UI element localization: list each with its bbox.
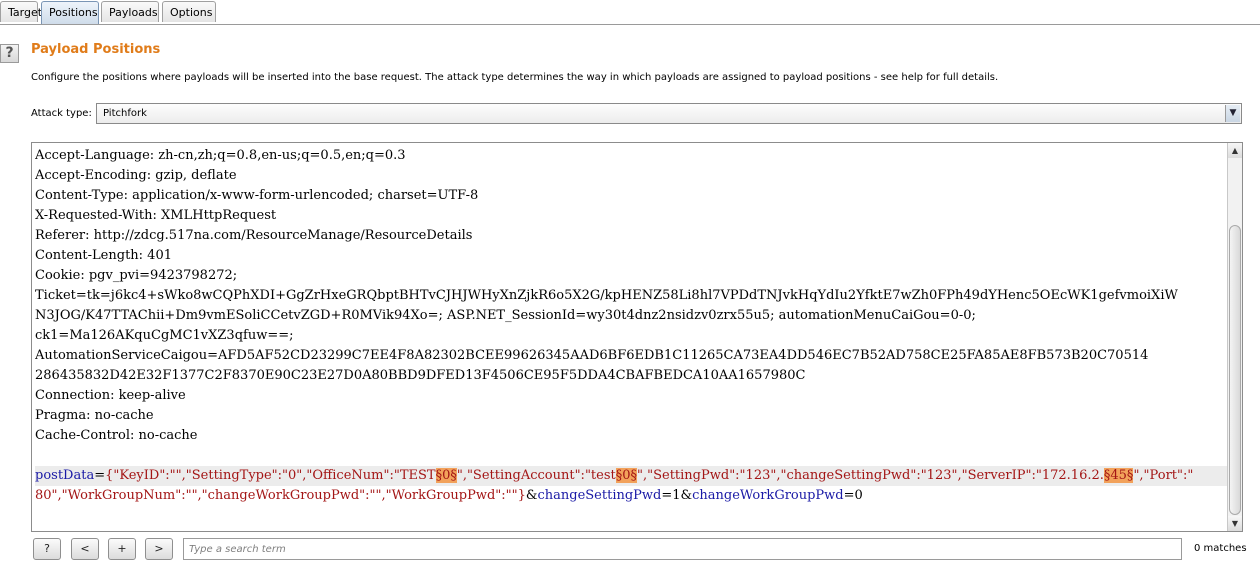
request-line: Pragma: no-cache [35, 408, 154, 423]
request-line: N3JOG/K47TTAChii+Dm9vmESoliCCetvZGD+R0MV… [35, 308, 976, 323]
help-icon[interactable]: ? [0, 44, 19, 63]
request-body-line: 80","WorkGroupNum":"","changeWorkGroupPw… [35, 486, 1227, 506]
scrollbar-thumb[interactable] [1229, 225, 1241, 515]
search-previous-button[interactable]: < [71, 538, 99, 560]
request-line: Connection: keep-alive [35, 388, 186, 403]
tab-target[interactable]: Target [0, 1, 42, 22]
request-line: AutomationServiceCaigou=AFD5AF52CD23299C… [35, 348, 1149, 363]
search-help-button[interactable]: ? [33, 538, 61, 560]
body-segment: changeSettingPwd [537, 488, 662, 503]
payload-position-marker: §0§ [615, 468, 638, 483]
payload-position-marker: §45§ [1103, 468, 1134, 483]
body-segment: 80","WorkGroupNum":"","changeWorkGroupPw… [35, 488, 526, 503]
search-input[interactable] [183, 538, 1182, 560]
search-next-button[interactable]: > [145, 538, 173, 560]
request-line: Cookie: pgv_pvi=9423798272; [35, 268, 238, 283]
body-segment: changeWorkGroupPwd [692, 488, 844, 503]
request-line: Accept-Encoding: gzip, deflate [35, 168, 237, 183]
attack-type-select[interactable]: Pitchfork ▼ [96, 103, 1242, 124]
body-segment: =0 [843, 488, 863, 503]
body-segment: {"KeyID":"","SettingType":"0","OfficeNum… [105, 468, 436, 483]
attack-type-value: Pitchfork [103, 108, 147, 119]
request-line: 286435832D42E32F1377C2F8370E90C23E27D0A8… [35, 368, 806, 383]
chevron-down-icon[interactable]: ▼ [1225, 105, 1240, 122]
request-text[interactable]: Accept-Language: zh-cn,zh;q=0.8,en-us;q=… [35, 146, 1227, 506]
tab-bar: Target Positions Payloads Options [0, 0, 1260, 25]
request-line: Content-Type: application/x-www-form-url… [35, 188, 479, 203]
payload-position-marker: §0§ [435, 468, 457, 483]
request-line: Ticket=tk=j6kc4+sWko8wCQPhXDI+GgZrHxeGRQ… [35, 288, 1178, 303]
section-description: Configure the positions where payloads w… [31, 72, 999, 83]
request-line: ck1=Ma126AKquCgMC1vXZ3qfuw==; [35, 328, 294, 343]
body-segment: ","SettingAccount":"test [456, 468, 616, 483]
attack-type-label: Attack type: [31, 108, 92, 119]
request-line: X-Requested-With: XMLHttpRequest [35, 208, 277, 223]
body-segment: =1& [661, 488, 693, 503]
page-title: Payload Positions [31, 42, 161, 57]
body-segment: ","SettingPwd":"123","changeSettingPwd":… [637, 468, 1104, 483]
request-body-line: postData={"KeyID":"","SettingType":"0","… [35, 466, 1227, 486]
tab-options[interactable]: Options [162, 1, 216, 22]
request-editor[interactable]: Accept-Language: zh-cn,zh;q=0.8,en-us;q=… [31, 142, 1243, 532]
scroll-up-icon[interactable]: ▲ [1228, 143, 1242, 158]
body-segment: = [94, 468, 106, 483]
match-count: 0 matches [1194, 543, 1247, 554]
tab-positions[interactable]: Positions [41, 1, 99, 24]
request-line [35, 446, 1227, 466]
body-segment: postData [35, 468, 95, 483]
search-add-button[interactable]: + [108, 538, 136, 560]
request-line: Accept-Language: zh-cn,zh;q=0.8,en-us;q=… [35, 148, 406, 163]
tab-payloads[interactable]: Payloads [101, 1, 159, 22]
request-line: Cache-Control: no-cache [35, 428, 198, 443]
request-line: Referer: http://zdcg.517na.com/ResourceM… [35, 228, 473, 243]
body-segment: ","Port":" [1133, 468, 1194, 483]
body-segment: & [525, 488, 538, 503]
scroll-down-icon[interactable]: ▼ [1228, 516, 1242, 531]
editor-scrollbar[interactable]: ▲ ▼ [1227, 143, 1242, 531]
request-line: Content-Length: 401 [35, 248, 172, 263]
